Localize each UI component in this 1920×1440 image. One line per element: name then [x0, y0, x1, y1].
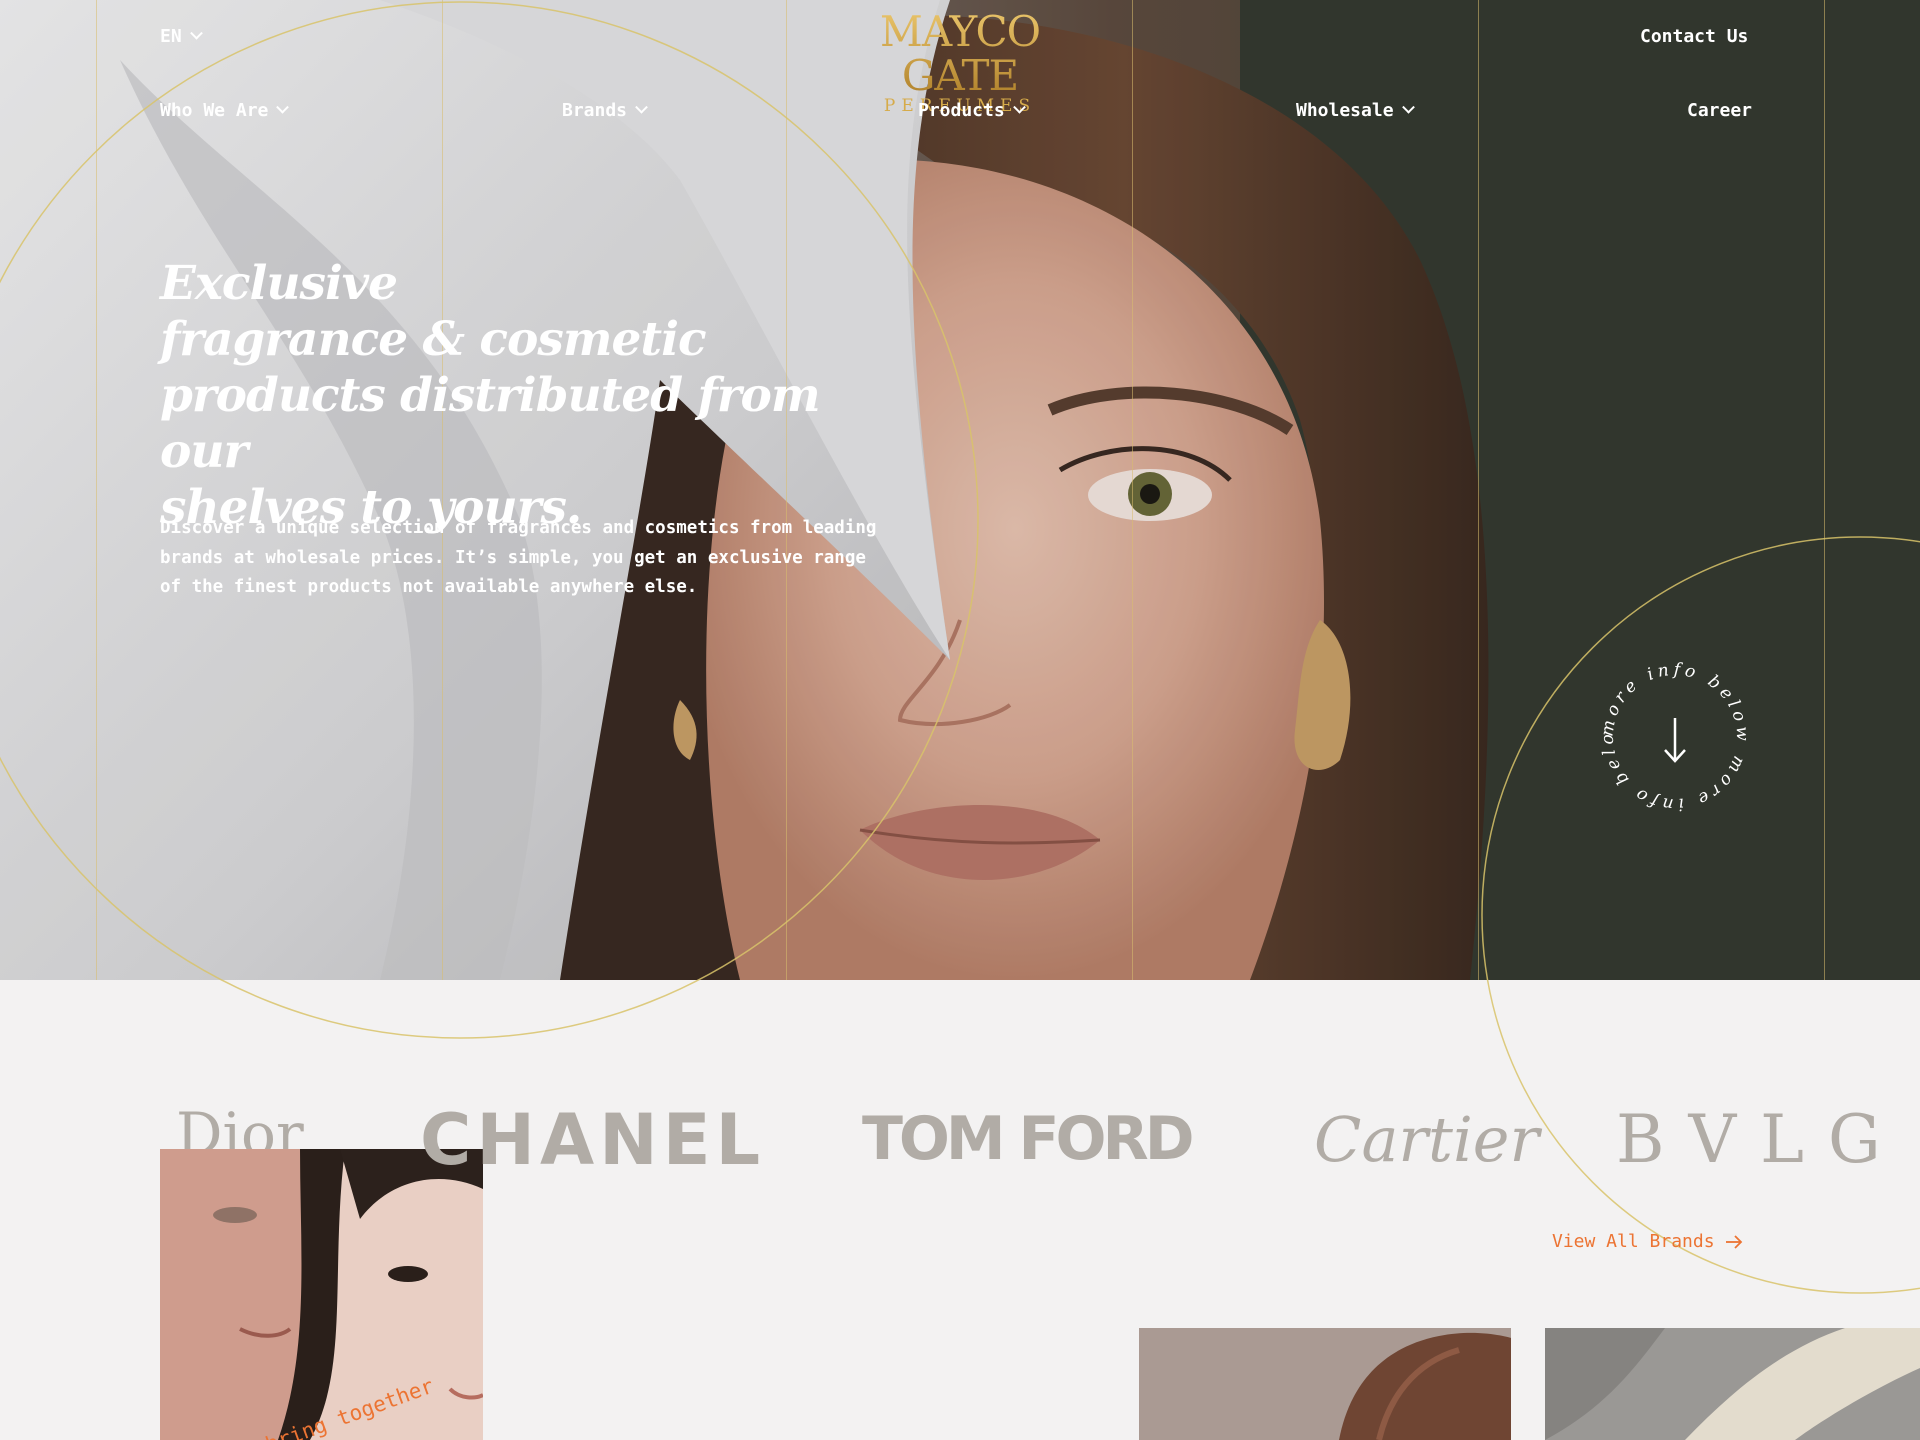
chevron-down-icon: [276, 100, 290, 114]
logo[interactable]: MAYCO GATE PERFUMES: [820, 10, 1100, 115]
hero-description: Discover a unique selection of fragrance…: [160, 518, 877, 597]
hero-headline-line: products distributed from our: [160, 368, 821, 479]
more-info-button[interactable]: more info below more info below: [1598, 660, 1752, 814]
nav-item-brands[interactable]: Brands: [562, 100, 648, 122]
brand-logo-chanel[interactable]: CHANEL: [420, 1100, 765, 1180]
arrow-down-icon: [1664, 718, 1686, 763]
hero-headline: Exclusive fragrance & cosmetic products …: [160, 256, 860, 536]
photo-stone-texture: [1545, 1328, 1920, 1440]
view-all-brands-link[interactable]: View All Brands: [1552, 1230, 1743, 1254]
contact-us-link[interactable]: Contact Us: [1640, 26, 1748, 48]
photo-couple: bring together: [160, 1149, 483, 1440]
chevron-down-icon: [1401, 100, 1415, 114]
hero-section: MAYCO GATE PERFUMES EN Contact Us Who We…: [0, 0, 1920, 980]
contact-us-label: Contact Us: [1640, 26, 1749, 47]
nav-item-who-we-are[interactable]: Who We Are: [160, 100, 290, 122]
hero-headline-line: Exclusive: [160, 256, 398, 311]
brand-logo-cartier[interactable]: Cartier: [1314, 1100, 1539, 1180]
brand-logo-tom-ford[interactable]: TOM FORD: [862, 1104, 1195, 1174]
chevron-down-icon: [635, 100, 648, 114]
nav-item-products[interactable]: Products: [918, 100, 1026, 122]
nav-item-label: Products: [918, 100, 1005, 121]
nav-item-label: Wholesale: [1296, 100, 1394, 121]
logo-wordmark: MAYCO GATE: [820, 10, 1100, 98]
couple-image: bring together: [160, 1149, 483, 1440]
arrow-right-icon: [1725, 1235, 1742, 1249]
nav-item-wholesale[interactable]: Wholesale: [1296, 100, 1415, 122]
language-selector[interactable]: EN: [160, 26, 203, 48]
stone-texture-image: [1545, 1328, 1920, 1440]
hero-headline-line: fragrance & cosmetic: [160, 312, 707, 367]
model-hair-image: [1139, 1328, 1511, 1440]
brand-logo-bvlgari[interactable]: BVLG: [1616, 1102, 1905, 1178]
language-label: EN: [160, 26, 182, 47]
nav-item-label: Brands: [562, 100, 628, 121]
nav-item-label: Career: [1687, 100, 1753, 121]
nav-item-label: Who We Are: [160, 100, 269, 121]
photo-model-hair: [1139, 1328, 1511, 1440]
view-all-brands-label: View All Brands: [1552, 1231, 1715, 1252]
chevron-down-icon: [1012, 100, 1026, 114]
chevron-down-icon: [189, 26, 203, 40]
nav-item-career[interactable]: Career: [1687, 100, 1752, 122]
